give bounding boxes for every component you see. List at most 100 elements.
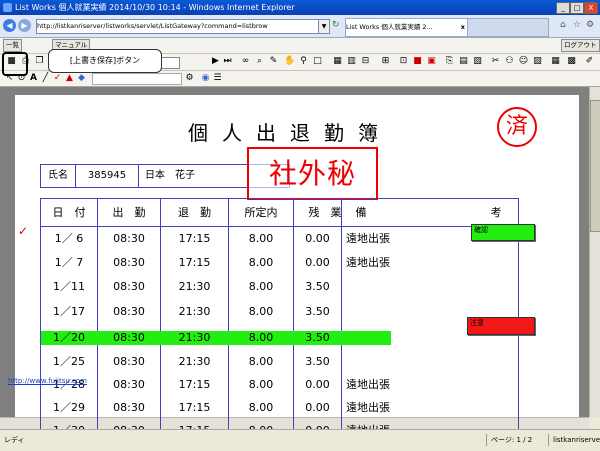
settings-gear-icon[interactable]: ⚙ — [586, 20, 594, 30]
fujitsu-link[interactable]: http://www.fujitsu.com — [8, 377, 87, 385]
refresh-icon[interactable]: ↻ — [332, 20, 340, 30]
tools-icon[interactable]: ✐ — [584, 56, 595, 67]
attendance-table: 日 付 出 勤 退 勤 所定内 残 業 備 考 1／ 6 08:30 17:15 8.… — [40, 198, 519, 440]
start-time-cell: 08:30 — [113, 232, 145, 245]
browser-tab[interactable]: List Works 個人就業実績 2... x — [345, 18, 469, 37]
new-tab-area[interactable] — [467, 18, 549, 37]
sheet-icon[interactable]: ▧ — [472, 56, 483, 67]
end-time-cell: 17:15 — [178, 256, 211, 269]
table-row: 1／ 7 08:30 17:15 8.00 0.00 遠地出張 — [41, 251, 518, 275]
ie-app-icon — [3, 3, 12, 12]
link-icon[interactable]: ∞ — [240, 56, 251, 67]
close-window-button[interactable]: X — [584, 2, 598, 14]
back-button[interactable]: ◀ — [3, 19, 16, 32]
attach-icon[interactable]: ⎘ — [444, 56, 455, 67]
regular-hours-cell: 8.00 — [248, 401, 274, 414]
start-time-cell: 08:30 — [113, 305, 145, 318]
date-cell: 1／20 — [53, 331, 85, 344]
date-cell: 1／11 — [53, 280, 85, 293]
home-icon[interactable]: ⌂ — [560, 20, 566, 30]
remarks-cell: 遠地出張 — [346, 232, 390, 245]
maximize-button[interactable]: □ — [570, 2, 584, 14]
date-cell: 1／29 — [53, 401, 85, 414]
table-row: 1／20 08:30 21:30 8.00 3.50 — [41, 326, 518, 350]
highlight-red-icon[interactable]: ■ — [412, 56, 423, 67]
search-doc-icon[interactable]: ⌕ — [254, 56, 265, 67]
calendar-icon[interactable]: ▦ — [550, 56, 561, 67]
layout-icon[interactable]: ▦ — [332, 56, 343, 67]
start-time-cell: 08:30 — [113, 256, 145, 269]
next-page-icon[interactable]: ▶ — [210, 56, 221, 67]
logout-button[interactable]: ログアウト — [561, 39, 600, 52]
start-time-cell: 08:30 — [113, 401, 145, 414]
pen-icon[interactable]: ✎ — [268, 56, 279, 67]
check-tool-icon[interactable]: ✓ — [52, 73, 63, 84]
overtime-cell: 3.50 — [305, 331, 330, 344]
caution-annotation[interactable]: 注意 — [467, 317, 535, 335]
overtime-cell: 3.50 — [305, 355, 330, 368]
overtime-cell: 0.00 — [305, 256, 330, 269]
table-row: 1／29 08:30 17:15 8.00 0.00 遠地出張 — [41, 396, 518, 420]
regular-hours-cell: 8.00 — [248, 331, 274, 344]
properties-icon[interactable]: ⚙ — [184, 73, 195, 84]
end-time-cell: 21:30 — [178, 305, 211, 318]
regular-hours-cell: 8.00 — [248, 280, 274, 293]
people-icon[interactable]: ⚇ — [504, 56, 515, 67]
text-tool-icon[interactable]: A — [28, 73, 39, 84]
image-icon[interactable]: ▩ — [566, 56, 577, 67]
fill-tool-icon[interactable]: ◆ — [76, 73, 87, 84]
table-icon[interactable]: ▤ — [458, 56, 469, 67]
forward-button[interactable]: ▶ — [18, 19, 31, 32]
date-cell: 1／ 6 — [54, 232, 84, 245]
person-icon[interactable]: ☺ — [518, 56, 529, 67]
table-row: 1／11 08:30 21:30 8.00 3.50 — [41, 275, 518, 299]
grid-icon[interactable]: ⊡ — [398, 56, 409, 67]
overwrite-save-button[interactable] — [2, 52, 28, 76]
list-icon[interactable]: ☰ — [212, 73, 223, 84]
last-page-icon[interactable]: ⏭ — [222, 56, 233, 67]
start-time-cell: 08:30 — [113, 280, 145, 293]
compare-icon[interactable]: ▥ — [346, 56, 357, 67]
cut-icon[interactable]: ✂ — [490, 56, 501, 67]
hand-tool-icon[interactable]: ✋ — [284, 56, 295, 67]
remarks-cell — [342, 326, 466, 350]
date-cell: 1／ 7 — [54, 256, 84, 269]
overtime-cell: 3.50 — [305, 305, 330, 318]
header-remarks-1: 備 — [355, 206, 367, 219]
server-name: listkanriserver — [548, 434, 600, 446]
tab-close-icon[interactable]: x — [461, 19, 465, 36]
favorites-icon[interactable]: ☆ — [573, 20, 581, 30]
confirm-annotation[interactable]: 確認 — [471, 224, 535, 241]
start-time-cell: 08:30 — [113, 331, 145, 344]
start-time-cell: 08:30 — [113, 378, 145, 391]
confidential-stamp: 社外秘 — [247, 147, 378, 200]
regular-hours-cell: 8.00 — [248, 305, 274, 318]
zoom-icon[interactable]: ⚲ — [298, 56, 309, 67]
end-time-cell: 21:30 — [178, 331, 211, 344]
line-tool-icon[interactable]: ╱ — [40, 73, 51, 84]
regular-hours-cell: 8.00 — [248, 232, 274, 245]
annotation-toolbar: ↖ ⊙ A ╱ ✓ ▲ ◆ ⚙ ◉ ☰ — [0, 71, 600, 87]
list-button[interactable]: 一覧 — [3, 39, 22, 52]
split-icon[interactable]: ⊟ — [360, 56, 371, 67]
minimize-button[interactable]: _ — [556, 2, 570, 14]
annotation-select[interactable] — [92, 73, 182, 85]
chart-icon[interactable]: ▨ — [532, 56, 543, 67]
shape-tool-icon[interactable]: ▲ — [64, 73, 75, 84]
document-title: 個人出退勤簿 — [188, 121, 392, 145]
web-icon[interactable]: ◉ — [200, 73, 211, 84]
url-dropdown-icon[interactable]: ▼ — [318, 19, 330, 34]
vertical-scroll-thumb[interactable] — [590, 100, 600, 232]
tab-label: List Works 個人就業実績 2... — [346, 23, 433, 31]
mark-icon[interactable]: ▣ — [426, 56, 437, 67]
employee-id: 385945 — [76, 165, 139, 187]
table-row: 1／ 6 08:30 17:15 8.00 0.00 遠地出張 — [41, 227, 518, 251]
employee-name: 日本 花子 — [145, 170, 195, 181]
copy-icon[interactable]: ❐ — [34, 56, 45, 67]
header-date: 日 付 — [52, 206, 86, 219]
select-box-icon[interactable]: □ — [312, 56, 323, 67]
url-input[interactable]: http://listkanriserver/listworks/servlet… — [36, 19, 320, 34]
end-time-cell: 17:15 — [178, 401, 211, 414]
start-time-cell: 08:30 — [113, 355, 145, 368]
export-icon[interactable]: ⊞ — [380, 56, 391, 67]
